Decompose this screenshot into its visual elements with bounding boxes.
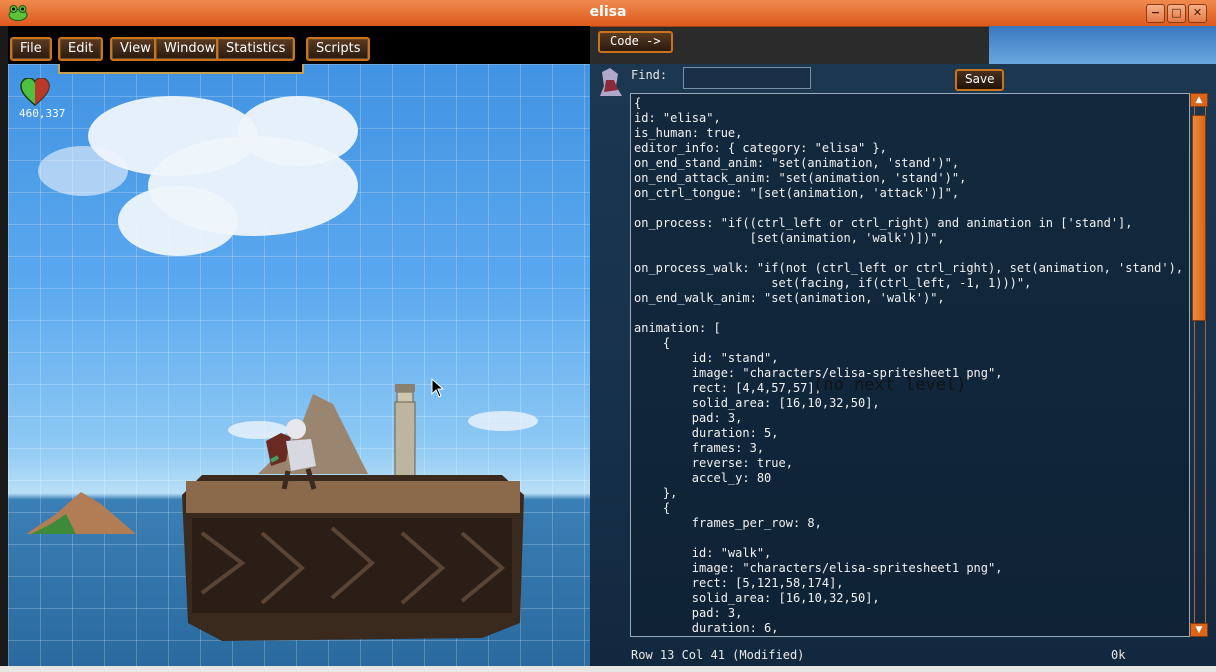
cloud bbox=[38, 146, 128, 196]
window-title: elisa bbox=[589, 4, 627, 20]
level-viewport[interactable]: File Edit View Window Statistics Scripts… bbox=[8, 26, 590, 666]
cursor-coordinates: 460,337 bbox=[19, 107, 66, 120]
code-line: frames_per_row: 8, bbox=[634, 516, 822, 530]
scroll-down-arrow-icon[interactable]: ▼ bbox=[1190, 623, 1208, 637]
scroll-up-arrow-icon[interactable]: ▲ bbox=[1190, 93, 1208, 107]
code-line: on_end_attack_anim: "set(animation, 'sta… bbox=[634, 171, 967, 185]
code-scrollbar[interactable]: ▲ ▼ bbox=[1190, 93, 1208, 637]
code-line: { bbox=[634, 96, 642, 110]
lighthouse-tower bbox=[394, 384, 416, 476]
heart-icon bbox=[20, 78, 50, 106]
code-line: on_end_stand_anim: "set(animation, 'stan… bbox=[634, 156, 960, 170]
code-line: duration: 5, bbox=[634, 426, 779, 440]
code-lines: {id: "elisa", is_human: true, editor_info:… bbox=[634, 96, 1183, 636]
find-input[interactable] bbox=[683, 67, 811, 89]
code-line: id: "walk", bbox=[634, 546, 772, 560]
code-line: pad: 3, bbox=[634, 411, 743, 425]
code-line: animation: [ bbox=[634, 321, 721, 335]
code-line: image: "characters/elisa-spritesheet1 pn… bbox=[634, 561, 1003, 575]
code-line: { bbox=[634, 501, 671, 515]
parse-status: 0k bbox=[1111, 648, 1126, 662]
code-line: rect: [5,121,58,174], bbox=[634, 576, 844, 590]
code-line: editor_info: { category: "elisa" }, bbox=[634, 141, 887, 155]
code-line: }, bbox=[634, 486, 678, 500]
code-line: solid_area: [16,10,32,50], bbox=[634, 591, 880, 605]
code-line: solid_area: [16,10,32,50], bbox=[634, 396, 880, 410]
code-line: [set(animation, 'walk')])", bbox=[634, 231, 945, 245]
cloud bbox=[238, 96, 358, 166]
elisa-character-sprite[interactable] bbox=[256, 411, 326, 491]
code-line: on_ctrl_tongue: "[set(animation, 'attack… bbox=[634, 186, 960, 200]
code-line: is_human: true, bbox=[634, 126, 743, 140]
character-avatar-icon bbox=[600, 68, 622, 96]
maximize-button[interactable]: □ bbox=[1167, 4, 1186, 23]
code-line: id: "stand", bbox=[634, 351, 779, 365]
code-line: frames: 3, bbox=[634, 441, 765, 455]
code-line: set(facing, if(ctrl_left, -1, 1)))", bbox=[634, 276, 1032, 290]
code-line: id: "elisa", bbox=[634, 111, 721, 125]
find-label: Find: bbox=[631, 68, 668, 82]
minimize-button[interactable]: − bbox=[1146, 4, 1165, 23]
window-left-edge bbox=[0, 26, 8, 672]
cursor-position-status: Row 13 Col 41 (Modified) bbox=[631, 648, 805, 662]
code-toggle-button[interactable]: Code -> bbox=[598, 31, 673, 53]
code-line: on_process_walk: "if(not (ctrl_left or c… bbox=[634, 261, 1184, 275]
menu-dropdown-edge bbox=[58, 64, 304, 74]
cloud bbox=[468, 411, 538, 431]
code-line: reverse: true, bbox=[634, 456, 793, 470]
window-bottom-edge bbox=[0, 666, 1216, 672]
code-editor-panel: Find: Save {id: "elisa", is_human: true, e… bbox=[590, 64, 1216, 666]
code-line: accel_y: 80 bbox=[634, 471, 772, 485]
title-bar: elisa − □ ✕ bbox=[0, 0, 1216, 27]
code-line: pad: 3, bbox=[634, 606, 743, 620]
save-button[interactable]: Save bbox=[955, 69, 1005, 91]
code-line: duration: 6, bbox=[634, 621, 779, 635]
code-text-area[interactable]: {id: "elisa", is_human: true, editor_info:… bbox=[630, 93, 1190, 637]
menu-statistics[interactable]: Statistics bbox=[216, 37, 296, 61]
scroll-thumb[interactable] bbox=[1192, 115, 1206, 321]
menu-scripts[interactable]: Scripts bbox=[306, 37, 371, 61]
menu-file[interactable]: File bbox=[10, 37, 52, 61]
mouse-pointer-icon bbox=[431, 378, 445, 398]
cloud bbox=[118, 186, 238, 256]
code-line: on_process: "if((ctrl_left or ctrl_right… bbox=[634, 216, 1133, 230]
floating-island-platform bbox=[182, 475, 524, 641]
code-line: { bbox=[634, 336, 671, 350]
distant-island bbox=[26, 492, 136, 534]
close-button[interactable]: ✕ bbox=[1188, 4, 1207, 23]
background-strip bbox=[989, 26, 1216, 64]
menu-window[interactable]: Window bbox=[154, 37, 226, 61]
level-status-overlay: (no next level) bbox=[813, 375, 967, 395]
menu-edit[interactable]: Edit bbox=[58, 37, 104, 61]
code-line: on_end_walk_anim: "set(animation, 'walk'… bbox=[634, 291, 945, 305]
